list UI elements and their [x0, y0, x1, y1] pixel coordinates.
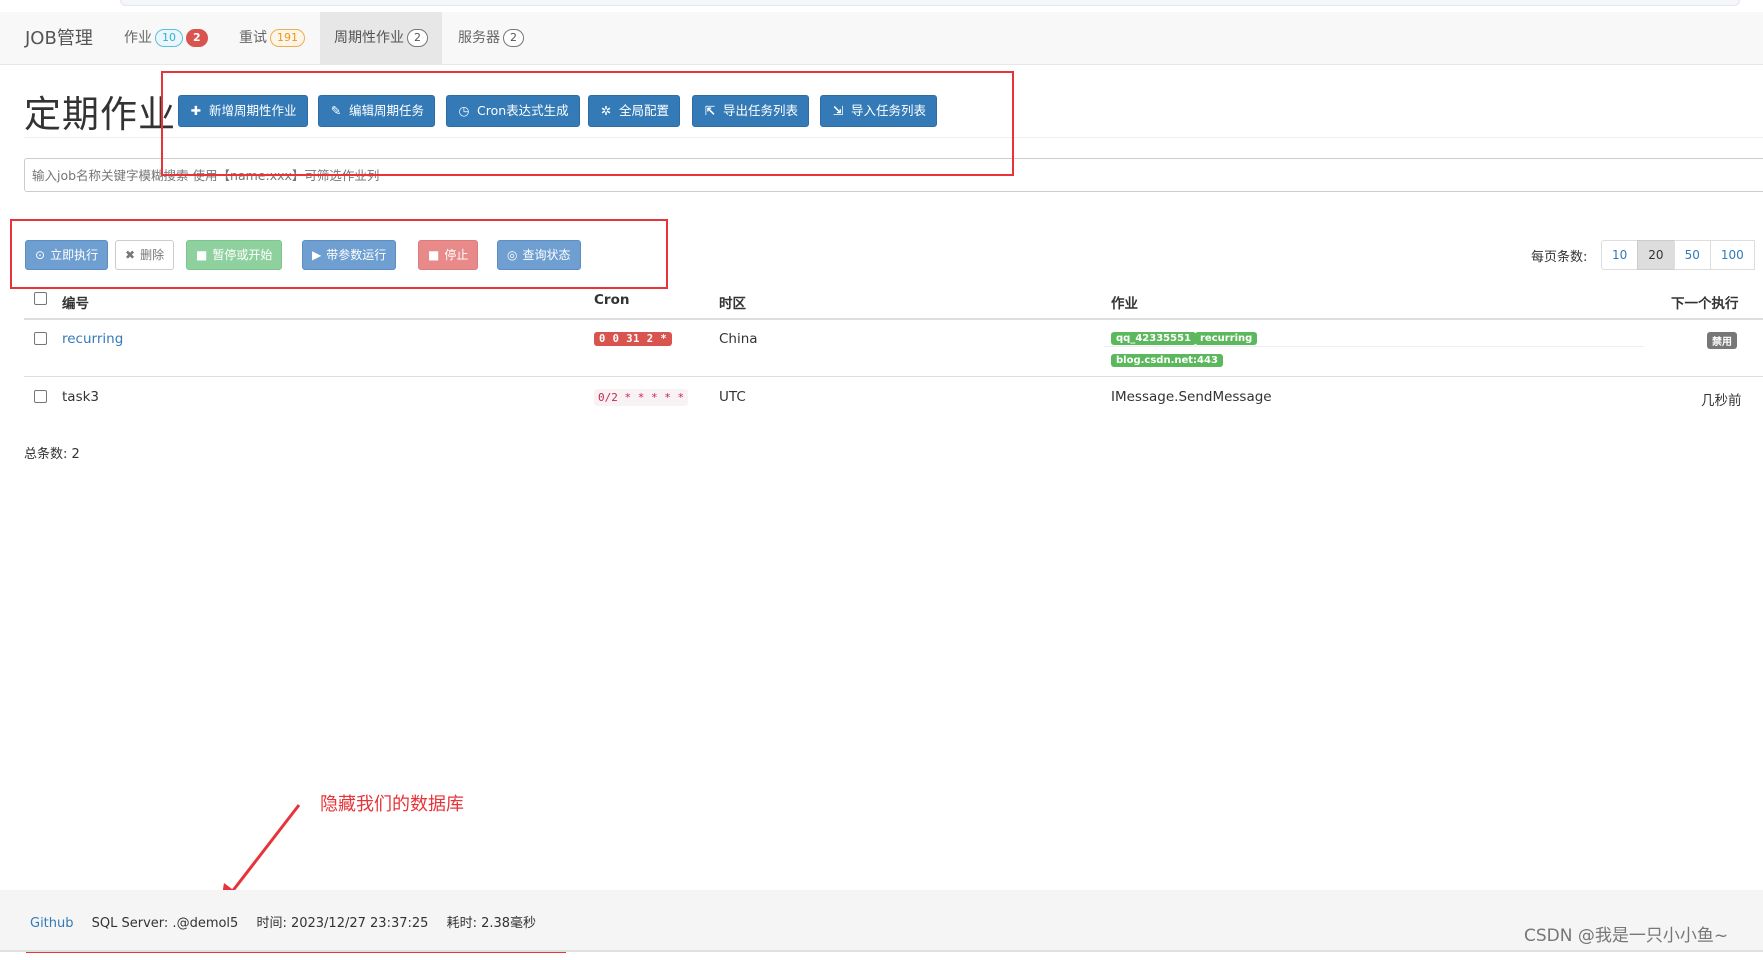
- footer-info: Github SQL Server: .@demol5 时间: 2023/12/…: [30, 912, 550, 931]
- elapsed-time: 耗时: 2.38毫秒: [446, 916, 537, 931]
- render-time: 时间: 2023/12/27 23:37:25: [256, 916, 429, 931]
- annotation-arrow: [220, 804, 301, 907]
- github-link[interactable]: Github: [30, 916, 74, 931]
- footer-bottom-border: [0, 950, 1763, 952]
- watermark: CSDN @我是一只小小鱼~: [1524, 926, 1729, 946]
- db-server-info: SQL Server: .@demol5: [91, 916, 239, 931]
